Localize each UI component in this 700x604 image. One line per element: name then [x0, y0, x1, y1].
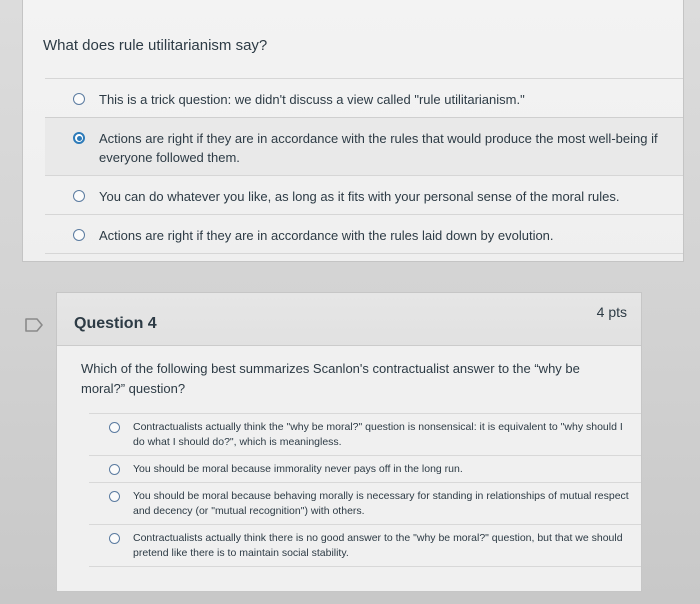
answer-option-3[interactable]: You should be moral because behaving mor… — [89, 482, 641, 524]
radio-button[interactable] — [109, 491, 120, 502]
question-card-previous: What does rule utilitarianism say? This … — [22, 0, 684, 262]
question-text: Which of the following best summarizes S… — [81, 361, 580, 396]
radio-button[interactable] — [109, 422, 120, 433]
flag-question-icon[interactable] — [24, 317, 44, 333]
answer-label: You should be moral because behaving mor… — [133, 490, 629, 517]
answer-label: You can do whatever you like, as long as… — [99, 189, 620, 204]
answer-label: Contractualists actually think there is … — [133, 532, 623, 559]
answer-label: Actions are right if they are in accorda… — [99, 228, 554, 243]
answer-label: Actions are right if they are in accorda… — [99, 131, 658, 165]
question-card-4: Question 4 4 pts Which of the following … — [56, 292, 642, 592]
answer-option-2[interactable]: Actions are right if they are in accorda… — [45, 117, 683, 175]
answer-option-2[interactable]: You should be moral because immorality n… — [89, 455, 641, 482]
answer-label: This is a trick question: we didn't disc… — [99, 92, 525, 107]
answer-label: You should be moral because immorality n… — [133, 463, 463, 475]
answer-option-1[interactable]: Contractualists actually think the "why … — [89, 413, 641, 455]
answer-list: Contractualists actually think the "why … — [89, 413, 641, 567]
answer-option-4[interactable]: Contractualists actually think there is … — [89, 524, 641, 567]
question-text: What does rule utilitarianism say? — [43, 37, 268, 54]
radio-button[interactable] — [73, 93, 85, 105]
answer-option-3[interactable]: You can do whatever you like, as long as… — [45, 175, 683, 214]
radio-button[interactable] — [109, 464, 120, 475]
answer-label: Contractualists actually think the "why … — [133, 421, 623, 448]
answer-option-4[interactable]: Actions are right if they are in accorda… — [45, 214, 683, 254]
radio-button-selected[interactable] — [73, 132, 85, 144]
question-header: Question 4 4 pts — [57, 293, 641, 346]
question-points: 4 pts — [596, 304, 627, 320]
answer-option-1[interactable]: This is a trick question: we didn't disc… — [45, 78, 683, 117]
question-title: Question 4 — [74, 315, 157, 332]
radio-button[interactable] — [109, 533, 120, 544]
radio-button[interactable] — [73, 229, 85, 241]
radio-button[interactable] — [73, 190, 85, 202]
answer-list: This is a trick question: we didn't disc… — [45, 78, 683, 254]
